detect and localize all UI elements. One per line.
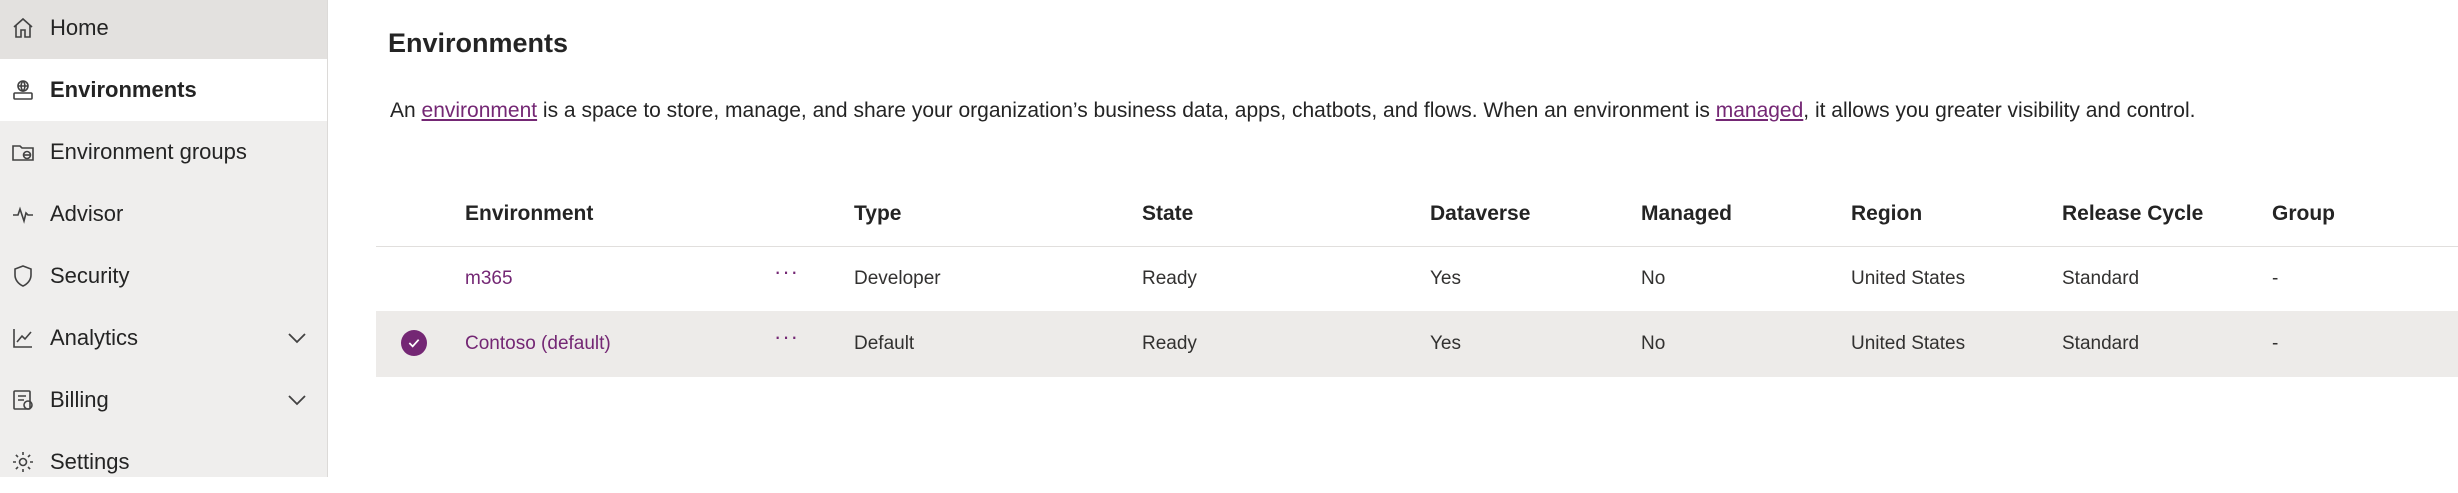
cell-group: - [2272, 333, 2279, 354]
column-header-environment[interactable]: Environment [465, 202, 593, 226]
pulse-icon [10, 201, 36, 227]
chart-icon [10, 325, 36, 351]
page-title: Environments [388, 28, 569, 58]
nav-item-security[interactable]: Security [0, 245, 327, 307]
nav-label: Advisor [50, 201, 124, 226]
description-text: , it allows you greater visibility and c… [1803, 99, 2196, 122]
column-header-group[interactable]: Group [2272, 202, 2335, 226]
cell-region: United States [1851, 268, 1966, 289]
nav-label: Security [50, 263, 130, 288]
column-header-type[interactable]: Type [854, 202, 901, 226]
cell-dataverse: Yes [1430, 268, 1461, 289]
more-actions-button[interactable]: ··· [774, 324, 799, 350]
shield-icon [10, 263, 36, 289]
chevron-down-icon[interactable] [285, 388, 309, 412]
nav-item-billing[interactable]: Billing [0, 369, 327, 431]
main-content: Environments An environment is a space t… [328, 0, 2458, 477]
gear-icon [10, 449, 36, 475]
cell-state: Ready [1142, 268, 1197, 289]
cell-type: Default [854, 333, 915, 354]
nav-label: Home [50, 15, 109, 40]
cell-release-cycle: Standard [2062, 268, 2140, 289]
nav-item-home[interactable]: Home [0, 0, 327, 59]
billing-icon [10, 387, 36, 413]
nav-item-advisor[interactable]: Advisor [0, 183, 327, 245]
nav-label: Environments [50, 77, 197, 102]
nav-label: Settings [50, 449, 130, 474]
table-row[interactable]: Contoso (default) ··· Default Ready Yes … [376, 312, 2458, 377]
nav-label: Analytics [50, 325, 139, 350]
cell-group: - [2272, 268, 2279, 289]
managed-link[interactable]: managed [1716, 99, 1804, 122]
home-icon [10, 15, 36, 41]
column-header-dataverse[interactable]: Dataverse [1430, 202, 1530, 226]
cell-release-cycle: Standard [2062, 333, 2140, 354]
cell-region: United States [1851, 333, 1966, 354]
cell-managed: No [1641, 333, 1666, 354]
column-header-state[interactable]: State [1142, 202, 1193, 226]
description-text: An [390, 99, 422, 122]
environment-name-link[interactable]: Contoso (default) [465, 333, 611, 355]
column-header-region[interactable]: Region [1851, 202, 1922, 226]
row-checkmark-icon[interactable] [401, 330, 427, 356]
table-header: Environment Type State Dataverse Managed… [376, 184, 2458, 247]
left-navigation: Home Environments Environment groups Adv… [0, 0, 328, 477]
cell-type: Developer [854, 268, 941, 289]
environment-link[interactable]: environment [422, 99, 538, 122]
more-actions-button[interactable]: ··· [774, 259, 799, 285]
nav-item-settings[interactable]: Settings [0, 431, 327, 493]
environment-name-link[interactable]: m365 [465, 268, 513, 290]
column-header-release-cycle[interactable]: Release Cycle [2062, 202, 2203, 226]
table-row[interactable]: m365 ··· Developer Ready Yes No United S… [376, 247, 2458, 312]
nav-item-environments[interactable]: Environments [0, 59, 327, 121]
nav-item-analytics[interactable]: Analytics [0, 307, 327, 369]
nav-label: Billing [50, 387, 109, 412]
page-description: An environment is a space to store, mana… [390, 99, 2195, 123]
nav-label: Environment groups [50, 139, 247, 164]
cell-dataverse: Yes [1430, 333, 1461, 354]
cell-state: Ready [1142, 333, 1197, 354]
cell-managed: No [1641, 268, 1666, 289]
description-text: is a space to store, manage, and share y… [537, 99, 1716, 122]
environments-table: Environment Type State Dataverse Managed… [376, 184, 2458, 377]
column-header-managed[interactable]: Managed [1641, 202, 1732, 226]
chevron-down-icon[interactable] [285, 326, 309, 350]
environment-groups-icon [10, 139, 36, 165]
nav-item-environment-groups[interactable]: Environment groups [0, 121, 327, 183]
environments-icon [10, 77, 36, 103]
